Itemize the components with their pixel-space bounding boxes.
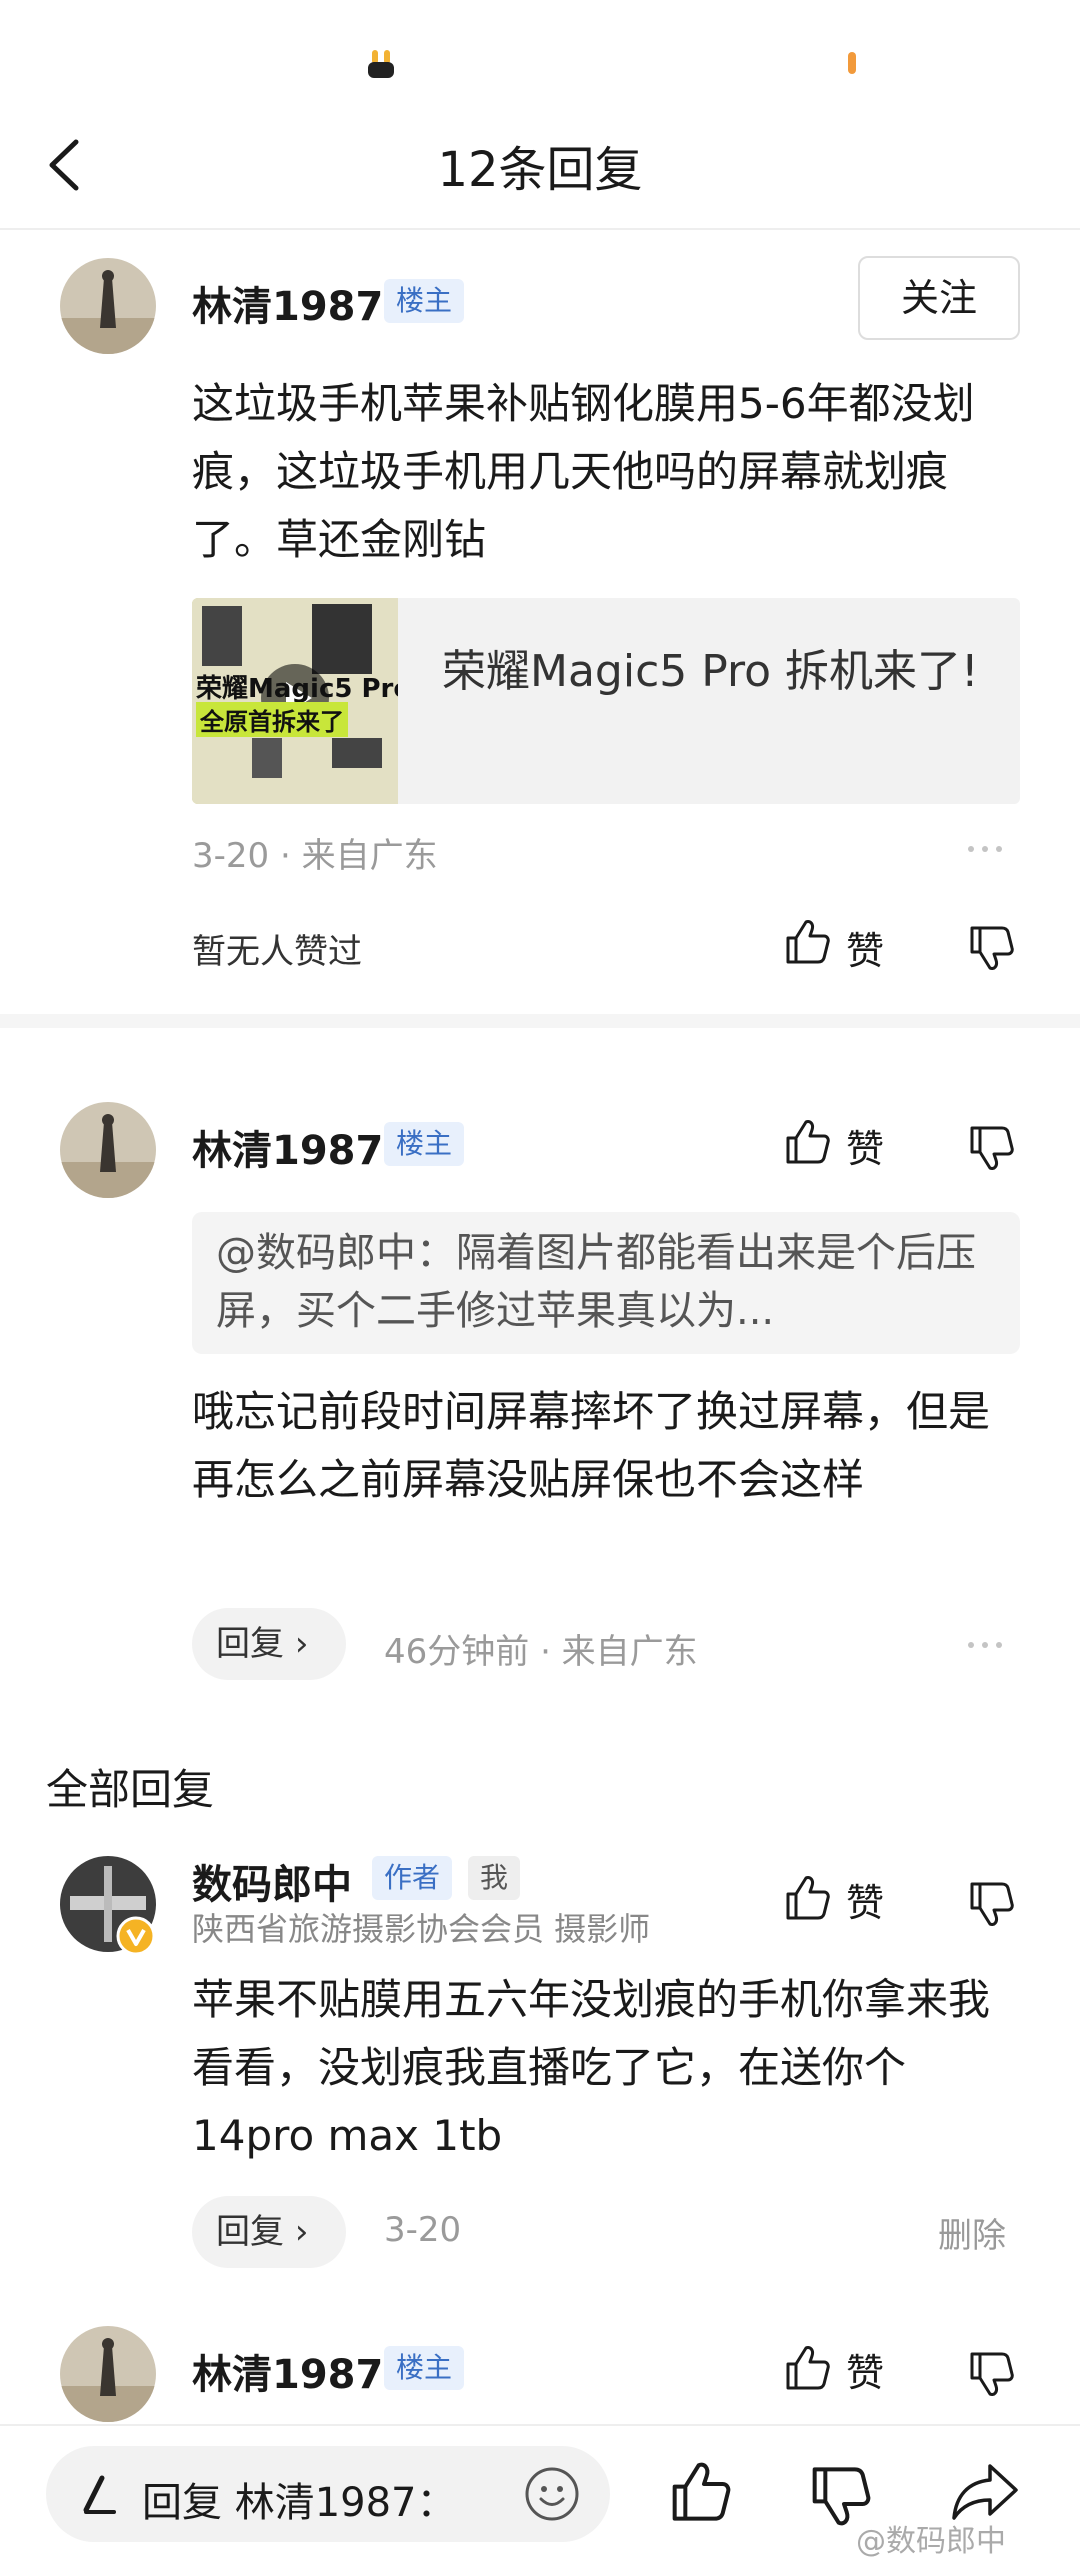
- link-thumbnail: 荣耀Magic5 Pro 全原首拆来了: [192, 598, 398, 804]
- author-badge: 作者: [372, 1856, 453, 1900]
- like-label[interactable]: 赞: [846, 1118, 884, 1173]
- username[interactable]: 林清1987: [192, 274, 383, 332]
- link-title: 荣耀Magic5 Pro 拆机来了!: [442, 646, 979, 697]
- no-likes-text: 暂无人赞过: [192, 932, 362, 972]
- thumb-title: 荣耀Magic5 Pro: [196, 674, 398, 704]
- follow-button[interactable]: 关注: [858, 256, 1020, 340]
- section-title: 全部回复: [46, 1765, 215, 1814]
- dislike-icon[interactable]: [968, 924, 1014, 972]
- avatar-image: [60, 2326, 156, 2422]
- page-title: 12条回复: [437, 142, 643, 198]
- reply-button[interactable]: 回复 ›: [192, 2196, 346, 2268]
- more-icon[interactable]: [968, 838, 1016, 858]
- username[interactable]: 数码郎中: [192, 1852, 352, 1910]
- dislike-icon[interactable]: [968, 1880, 1014, 1928]
- comment-meta: 3-20 · 来自广东: [192, 836, 438, 876]
- quoted-reply[interactable]: @数码郎中：隔着图片都能看出来是个后压屏，买个二手修过苹果真以为...: [192, 1212, 1020, 1354]
- link-card[interactable]: 荣耀Magic5 Pro 全原首拆来了 荣耀Magic5 Pro 拆机来了!: [192, 598, 1020, 804]
- op-badge: 楼主: [384, 1122, 465, 1166]
- pen-icon: [83, 2475, 116, 2514]
- reply-meta: 3-20: [384, 2210, 462, 2250]
- like-icon[interactable]: [784, 2344, 830, 2392]
- status-notification-icon: [368, 50, 394, 78]
- verified-icon: [116, 1916, 156, 1956]
- chevron-right-icon: ›: [294, 1624, 309, 1664]
- comment-text: 这垃圾手机苹果补贴钢化膜用5-6年都没划痕，这垃圾手机用几天他吗的屏幕就划痕了。…: [192, 379, 975, 564]
- delete-button[interactable]: 删除: [938, 2208, 1006, 2257]
- like-icon[interactable]: [784, 1874, 830, 1922]
- reply-label: 回复: [216, 1624, 284, 1664]
- header: 12条回复: [0, 100, 1080, 230]
- like-icon[interactable]: [784, 918, 830, 966]
- op-badge: 楼主: [384, 2346, 465, 2390]
- reply-button[interactable]: 回复 ›: [192, 1608, 346, 1680]
- more-icon[interactable]: [968, 1634, 1016, 1654]
- avatar-image: [60, 1102, 156, 1198]
- avatar[interactable]: [60, 258, 156, 354]
- avatar[interactable]: [60, 1102, 156, 1198]
- chevron-right-icon: ›: [294, 2212, 309, 2252]
- reply-input-placeholder: 回复 林清1987：: [142, 2480, 457, 2526]
- dislike-icon[interactable]: [968, 2350, 1014, 2398]
- status-indicator-dot: [848, 52, 856, 74]
- reply-input[interactable]: 回复 林清1987：: [46, 2446, 610, 2542]
- reply-text: 哦忘记前段时间屏幕摔坏了换过屏幕，但是再怎么之前屏幕没贴屏保也不会这样: [192, 1387, 991, 1504]
- avatar-image: [60, 258, 156, 354]
- username[interactable]: 林清1987: [192, 2342, 383, 2400]
- emoji-icon[interactable]: [524, 2466, 580, 2522]
- op-badge: 楼主: [384, 279, 465, 323]
- like-label[interactable]: 赞: [846, 2342, 884, 2397]
- status-bar: [0, 0, 1080, 100]
- reply-label: 回复: [216, 2212, 284, 2252]
- like-icon[interactable]: [668, 2460, 732, 2524]
- like-label[interactable]: 赞: [846, 1872, 884, 1927]
- like-icon[interactable]: [784, 1118, 830, 1166]
- watermark: @数码郎中: [856, 2524, 1006, 2559]
- share-icon[interactable]: [950, 2460, 1022, 2524]
- thumb-subtitle: 全原首拆来了: [196, 702, 348, 737]
- username[interactable]: 林清1987: [192, 1118, 383, 1176]
- me-badge: 我: [468, 1856, 521, 1900]
- reply-meta: 46分钟前 · 来自广东: [384, 1632, 698, 1672]
- user-title: 陕西省旅游摄影协会会员 摄影师: [192, 1910, 651, 1948]
- avatar[interactable]: [60, 2326, 156, 2422]
- dislike-icon[interactable]: [968, 1124, 1014, 1172]
- reply-text: 苹果不贴膜用五六年没划痕的手机你拿来我看看，没划痕我直播吃了它，在送你个14pr…: [192, 1975, 991, 2160]
- section-divider: [0, 1014, 1080, 1028]
- like-label[interactable]: 赞: [846, 920, 884, 975]
